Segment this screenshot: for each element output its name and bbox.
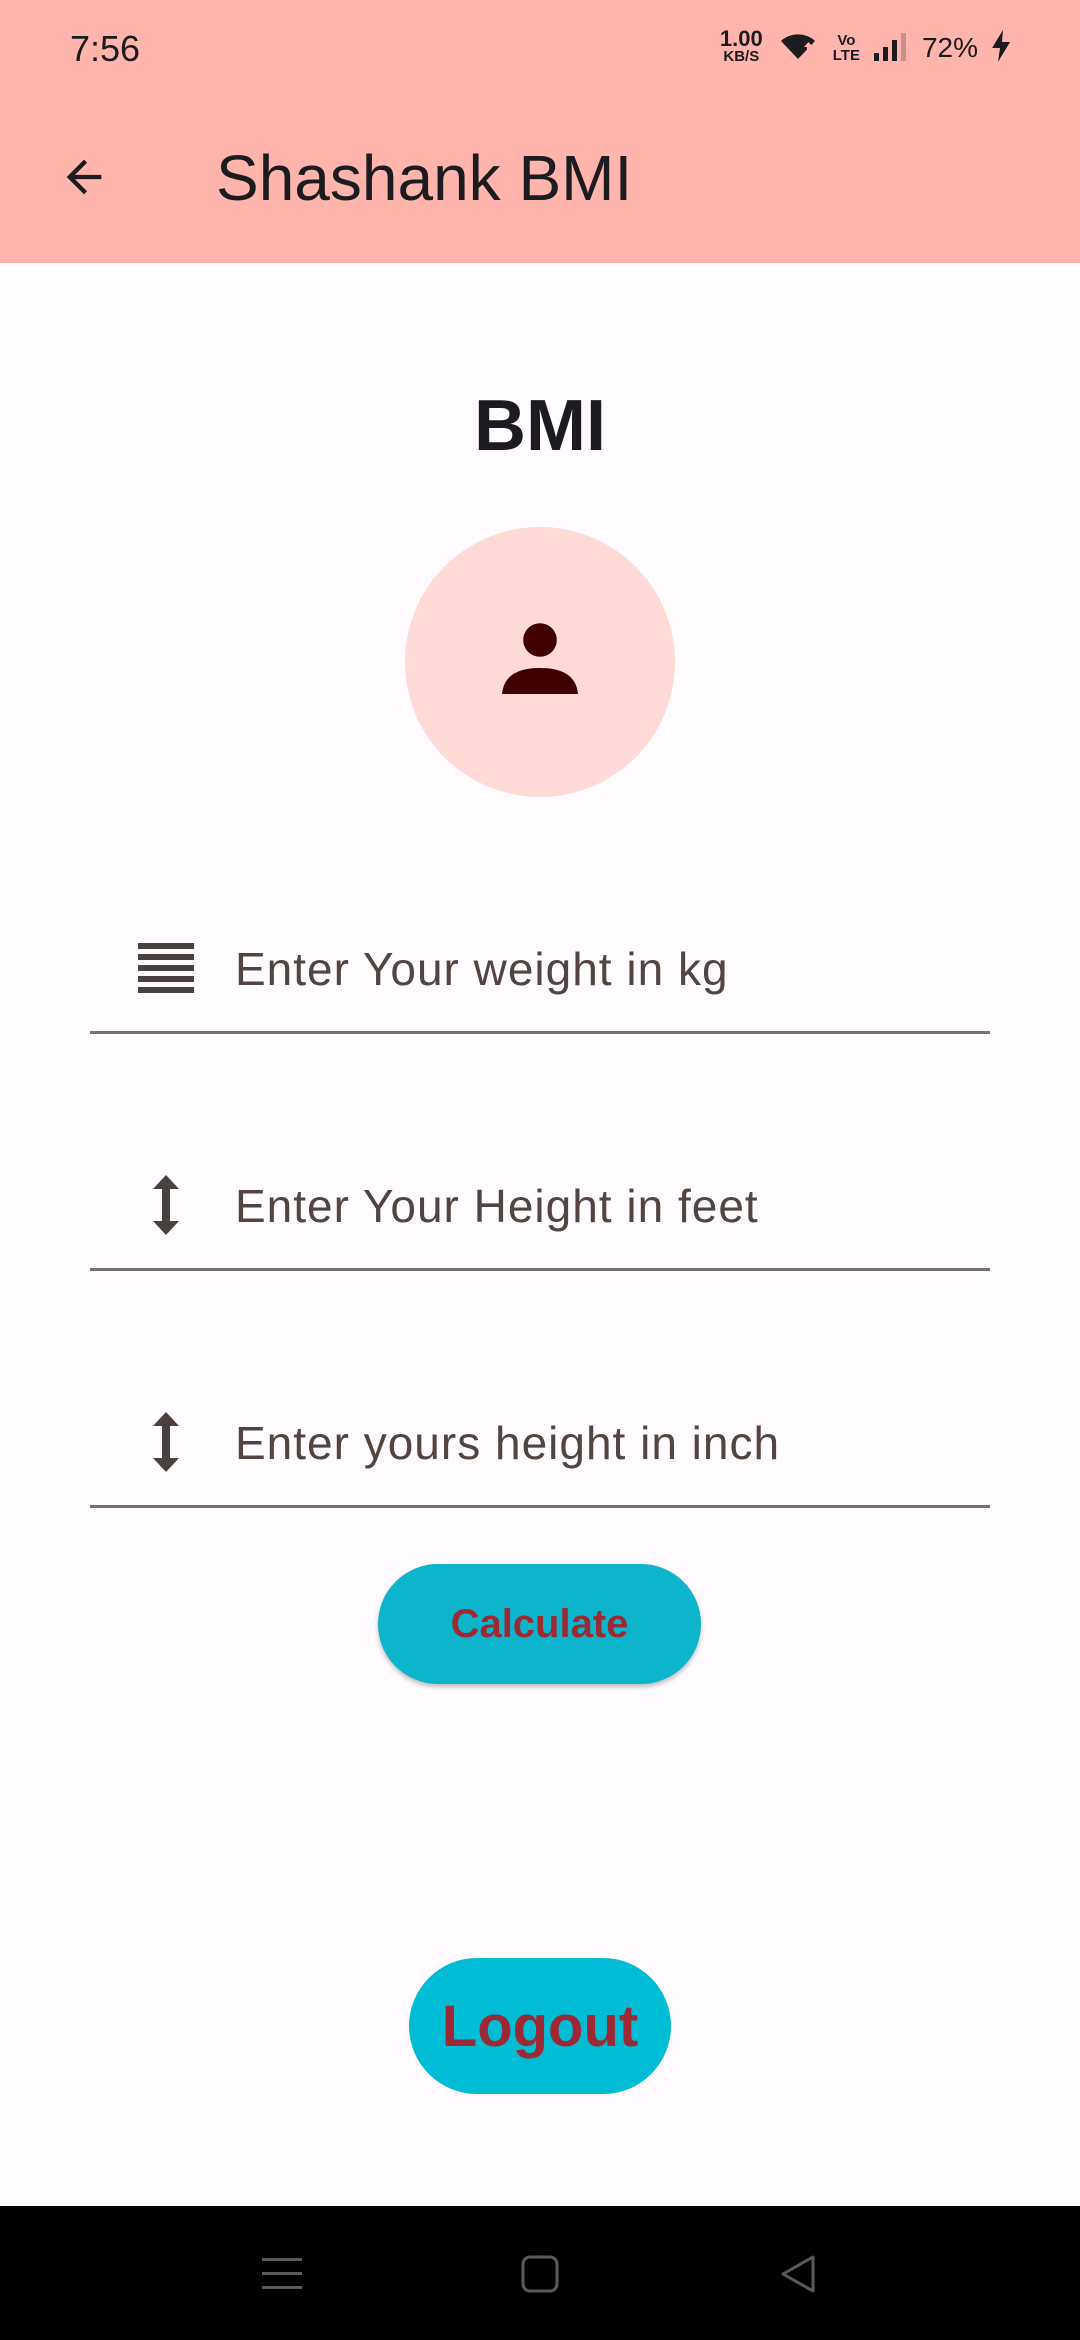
home-button[interactable] [500,2236,580,2316]
network-speed-unit: KB/S [723,48,760,65]
height-icon [130,1406,202,1478]
recents-button[interactable] [242,2236,322,2316]
arrow-back-icon [58,151,110,208]
logout-button[interactable]: Logout [409,1958,671,2094]
volte-icon: Vo LTE [833,33,860,63]
volte-bottom: LTE [832,47,860,64]
height-feet-input[interactable] [235,1161,955,1251]
weight-field [90,874,990,1034]
signal-icon [873,31,908,66]
network-speed-value: 1.00 [719,26,763,51]
charging-bolt-icon [992,29,1010,67]
weight-input[interactable] [235,924,955,1014]
back-button[interactable] [44,139,124,219]
calculate-button[interactable]: Calculate [378,1564,701,1684]
height-feet-field [90,1111,990,1271]
status-bar: 7:56 1.00 KB/S Vo LTE 72% [0,0,1080,95]
home-square-icon [521,2255,559,2298]
back-triangle-icon [779,2254,817,2299]
height-inch-field [90,1348,990,1508]
page-title: BMI [474,386,606,466]
format-align-justify-icon [130,932,202,1004]
avatar [405,527,675,797]
app-title: Shashank BMI [216,142,633,214]
height-inch-input[interactable] [235,1398,955,1488]
volte-top: Vo [837,32,856,49]
battery-level: 72% [921,32,978,63]
wifi-icon [777,29,819,68]
nav-back-button[interactable] [758,2236,838,2316]
app-bar: Shashank BMI [0,95,1080,263]
height-icon [130,1169,202,1241]
status-time: 7:56 [70,28,141,69]
system-nav-bar [0,2206,1080,2340]
person-icon [492,612,588,713]
status-icons: 1.00 KB/S Vo LTE 72% [720,26,1010,70]
menu-icon [262,2256,302,2297]
network-speed: 1.00 KB/S [719,26,763,66]
